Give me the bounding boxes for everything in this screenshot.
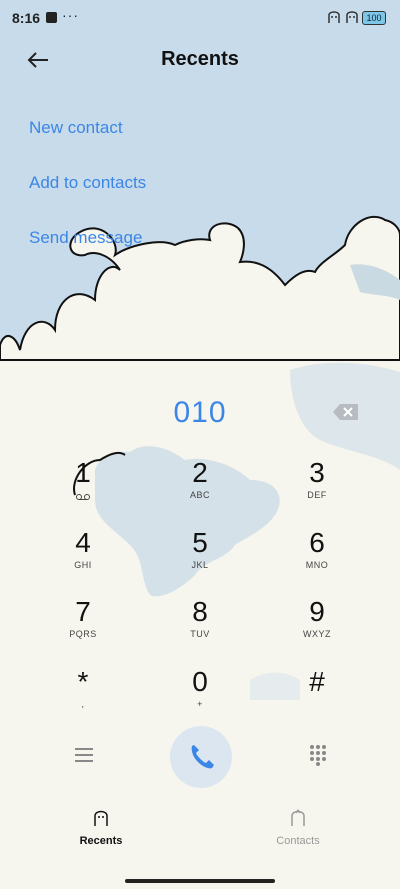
status-bar: 8:16 ··· 100 [0,0,400,36]
signal-icon [328,11,340,23]
send-message-option[interactable]: Send message [29,228,142,248]
dialpad-icon[interactable] [308,744,328,766]
notification-icon [46,12,57,23]
key-6[interactable]: 6 MNO [277,528,357,588]
page-title: Recents [161,48,239,70]
tab-recents-label: Recents [79,835,123,847]
key-4[interactable]: 4 GHI [43,528,123,588]
key-9[interactable]: 9 WXYZ [277,597,357,657]
call-button[interactable] [170,726,232,788]
more-notifications-icon: ··· [62,7,79,23]
contacts-tab-icon [291,808,305,826]
wifi-icon [346,11,358,23]
key-3[interactable]: 3 DEF [277,458,357,518]
app-header: Recents [0,40,400,80]
key-2[interactable]: 2 ABC [160,458,240,518]
key-7[interactable]: 7 PQRS [43,597,123,657]
menu-icon[interactable] [74,747,94,763]
key-0[interactable]: 0 + [160,667,240,727]
key-star[interactable]: * , [43,667,123,727]
key-8[interactable]: 8 TUV [160,597,240,657]
key-1[interactable]: 1 [43,458,123,518]
home-indicator [125,879,275,883]
tab-contacts-label: Contacts [276,835,320,847]
tab-recents[interactable]: Recents [41,808,161,847]
status-time: 8:16 [12,10,41,26]
add-to-contacts-option[interactable]: Add to contacts [29,173,146,193]
tab-contacts[interactable]: Contacts [238,808,358,847]
recents-tab-icon [94,810,108,826]
new-contact-option[interactable]: New contact [29,118,123,138]
voicemail-icon [76,494,90,500]
key-hash[interactable]: # [277,667,357,727]
key-5[interactable]: 5 JKL [160,528,240,588]
phone-icon [191,745,214,769]
backspace-icon[interactable] [332,403,360,421]
battery-icon: 100 [362,11,386,25]
